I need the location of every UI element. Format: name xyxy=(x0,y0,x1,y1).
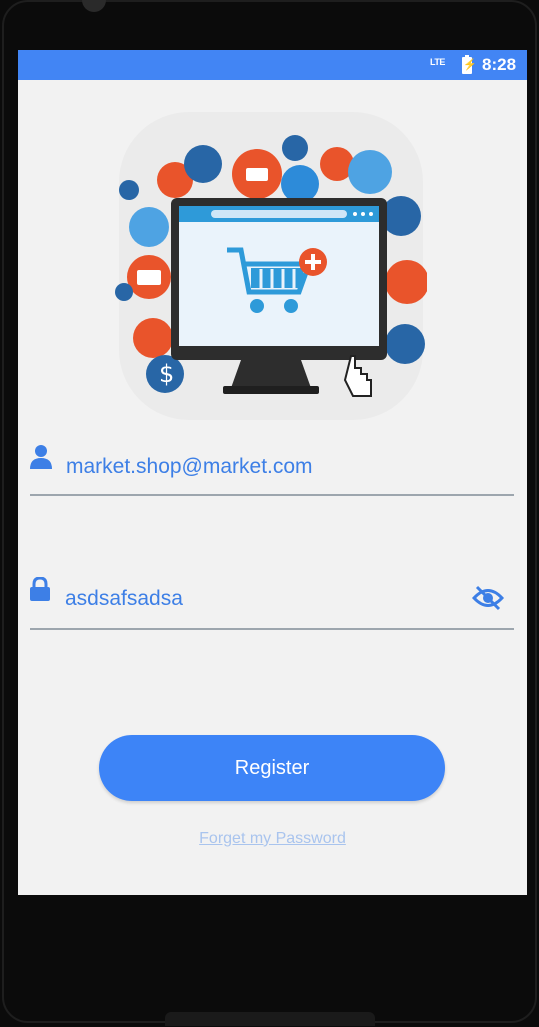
forgot-password-link[interactable]: Forget my Password xyxy=(18,830,527,848)
password-field[interactable]: asdsafsadsa xyxy=(30,575,514,630)
app-screen: LTE ⚡ 8:28 $ market.shop@market.com asds… xyxy=(18,50,527,895)
front-camera xyxy=(82,0,106,12)
status-bar: LTE ⚡ 8:28 xyxy=(18,50,527,80)
hero-illustration: $ xyxy=(115,112,427,420)
svg-text:$: $ xyxy=(159,360,174,388)
email-input-value[interactable]: market.shop@market.com xyxy=(66,455,313,479)
phone-frame: LTE ⚡ 8:28 $ market.shop@market.com asds… xyxy=(0,0,539,1027)
password-input-value[interactable]: asdsafsadsa xyxy=(65,587,183,611)
visibility-off-icon[interactable] xyxy=(472,585,504,611)
register-button[interactable]: Register xyxy=(99,735,445,801)
battery-icon: ⚡ xyxy=(462,55,477,74)
network-type: LTE xyxy=(430,57,445,67)
lock-icon xyxy=(30,577,50,601)
user-icon xyxy=(30,445,52,469)
email-field[interactable]: market.shop@market.com xyxy=(30,440,514,496)
device-bottom-bezel xyxy=(165,1012,375,1026)
status-time: 8:28 xyxy=(482,55,517,74)
